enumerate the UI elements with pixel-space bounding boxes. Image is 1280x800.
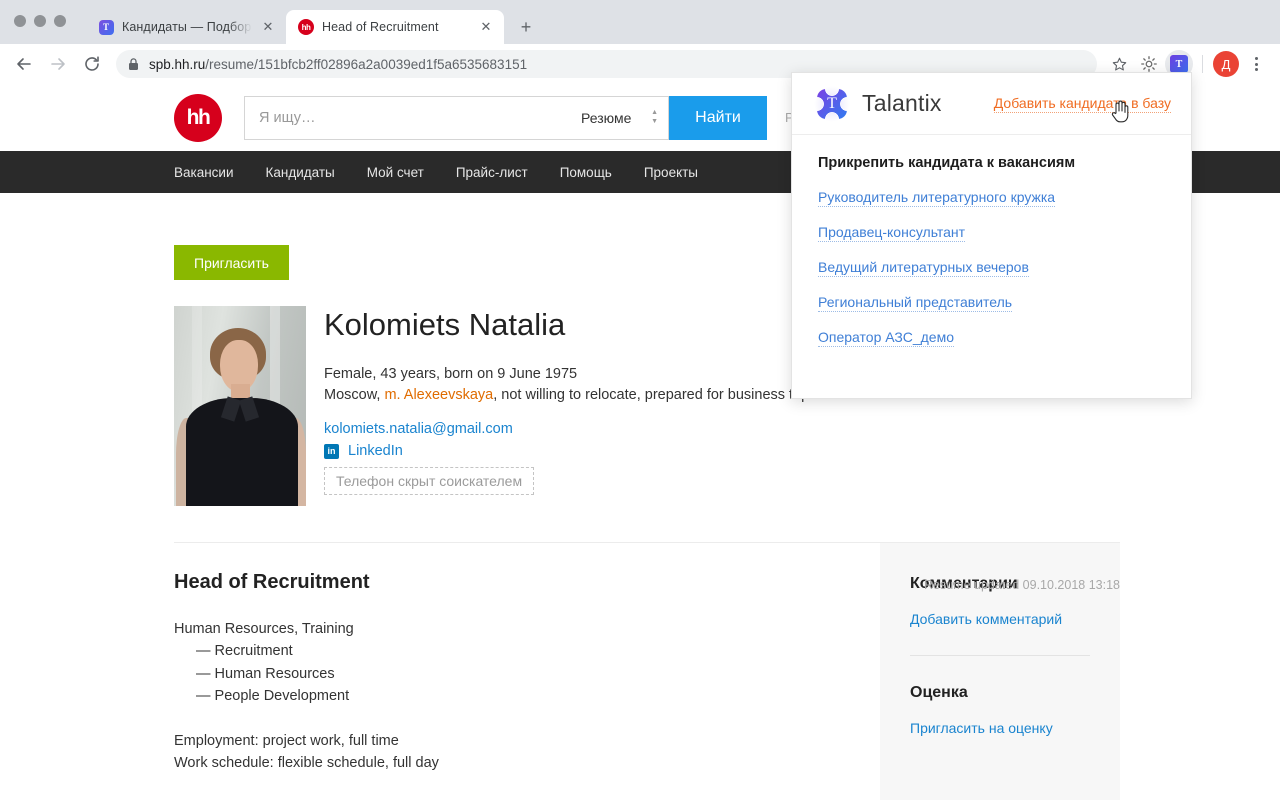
- stepper-icon: ▲▼: [651, 110, 658, 125]
- talantix-popup: T Talantix Добавить кандидата в базу При…: [791, 72, 1192, 399]
- tab-head-of-recruitment[interactable]: hh Head of Recruitment ✕: [286, 10, 504, 44]
- talantix-brand: T Talantix: [814, 86, 942, 122]
- invite-button[interactable]: Пригласить: [174, 245, 289, 280]
- tab-list: T Кандидаты — Подбор персон ✕ hh Head of…: [86, 10, 540, 44]
- url-host: spb.hh.ru: [149, 57, 205, 72]
- tab-title: Кандидаты — Подбор персон: [122, 20, 252, 34]
- close-icon[interactable]: ✕: [478, 19, 494, 35]
- forward-icon[interactable]: [44, 50, 72, 78]
- rating-heading: Оценка: [910, 684, 1120, 702]
- list-item: Recruitment: [196, 640, 840, 662]
- url-path: /resume/151bfcb2ff02896a2a0039ed1f5a6535…: [205, 57, 527, 72]
- specialization-block: Human Resources, Training Recruitment Hu…: [174, 618, 840, 708]
- candidate-demographics: Female, 43 years, born on 9 June 1975: [324, 366, 816, 382]
- minimize-window-button[interactable]: [34, 15, 46, 27]
- candidate-linkedin[interactable]: in LinkedIn: [324, 443, 816, 459]
- invite-rating-link[interactable]: Пригласить на оценку: [910, 720, 1120, 736]
- nav-item-help[interactable]: Помощь: [560, 165, 612, 180]
- linkedin-icon: in: [324, 444, 339, 459]
- maximize-window-button[interactable]: [54, 15, 66, 27]
- avatar[interactable]: Д: [1212, 50, 1240, 78]
- hh-icon-letter: hh: [298, 19, 314, 35]
- url-text: spb.hh.ru/resume/151bfcb2ff02896a2a0039e…: [149, 57, 527, 72]
- search-type-select[interactable]: Резюме ▲▼: [569, 96, 669, 140]
- site-search: Я ищу… Резюме ▲▼ Найти: [244, 96, 767, 140]
- linkedin-link[interactable]: LinkedIn: [348, 443, 403, 459]
- specialization-list: Recruitment Human Resources People Devel…: [174, 640, 840, 707]
- nav-item-projects[interactable]: Проекты: [644, 165, 698, 180]
- specialization-group: Human Resources, Training: [174, 618, 840, 640]
- hh-icon: hh: [298, 19, 314, 35]
- resume-updated: Resume updated 09.10.2018 13:18: [924, 578, 1120, 592]
- metro-link[interactable]: m. Alexeevskaya: [384, 387, 493, 403]
- search-input[interactable]: Я ищу…: [244, 96, 569, 140]
- tab-title: Head of Recruitment: [322, 20, 470, 34]
- candidate-email[interactable]: kolomiets.natalia@gmail.com: [324, 421, 816, 437]
- kebab-menu-icon[interactable]: [1242, 50, 1270, 78]
- position-title: Head of Recruitment: [174, 571, 840, 594]
- popup-body: Прикрепить кандидата к вакансиям Руковод…: [792, 135, 1191, 347]
- vacancy-link-literary-club-head[interactable]: Руководитель литературного кружка: [818, 189, 1055, 207]
- schedule-line: Work schedule: flexible schedule, full d…: [174, 752, 840, 774]
- list-item: Human Resources: [196, 663, 840, 685]
- talantix-logo-icon: T: [814, 86, 850, 122]
- window-traffic-lights[interactable]: [14, 15, 66, 27]
- employment-block: Employment: project work, full time Work…: [174, 730, 840, 775]
- search-type-value: Резюме: [581, 110, 631, 126]
- talantix-icon: T: [98, 19, 114, 35]
- add-comment-link[interactable]: Добавить комментарий: [910, 611, 1120, 627]
- kebab-dots: [1245, 57, 1267, 71]
- talantix-icon-letter: T: [99, 20, 114, 35]
- tab-strip: T Кандидаты — Подбор персон ✕ hh Head of…: [0, 0, 1280, 44]
- employment-line: Employment: project work, full time: [174, 730, 840, 752]
- nav-item-vacancies[interactable]: Вакансии: [174, 165, 234, 180]
- browser-window: T Кандидаты — Подбор персон ✕ hh Head of…: [0, 0, 1280, 800]
- close-window-button[interactable]: [14, 15, 26, 27]
- lock-icon: [128, 58, 139, 71]
- talantix-logo-letter: T: [817, 89, 847, 119]
- talantix-extension-letter: T: [1170, 55, 1188, 73]
- back-icon[interactable]: [10, 50, 38, 78]
- location-suffix: , not willing to relocate, prepared for …: [493, 387, 816, 403]
- hh-logo[interactable]: hh: [174, 94, 222, 142]
- sidebar-divider: [910, 655, 1090, 656]
- resume-main-column: Head of Recruitment Human Resources, Tra…: [174, 543, 880, 800]
- talantix-brand-name: Talantix: [862, 90, 942, 117]
- candidate-photo: [174, 306, 306, 506]
- vacancy-link-sales-consultant[interactable]: Продавец-консультант: [818, 224, 965, 242]
- list-item: People Development: [196, 685, 840, 707]
- reload-icon[interactable]: [78, 50, 106, 78]
- vacancy-link-gas-station-operator[interactable]: Оператор АЗС_демо: [818, 329, 954, 347]
- vacancy-link-literary-evenings-host[interactable]: Ведущий литературных вечеров: [818, 259, 1029, 277]
- tab-candidates[interactable]: T Кандидаты — Подбор персон ✕: [86, 10, 286, 44]
- attach-vacancies-title: Прикрепить кандидата к вакансиям: [818, 155, 1169, 171]
- candidate-info: Kolomiets Natalia Female, 43 years, born…: [324, 306, 816, 506]
- candidate-location: Moscow, m. Alexeevskaya, not willing to …: [324, 387, 816, 403]
- phone-hidden-badge: Телефон скрыт соискателем: [324, 467, 534, 495]
- page-title: Kolomiets Natalia: [324, 308, 816, 342]
- close-icon[interactable]: ✕: [260, 19, 276, 35]
- search-button[interactable]: Найти: [669, 96, 767, 140]
- new-tab-button[interactable]: +: [512, 13, 540, 41]
- avatar-letter: Д: [1213, 51, 1239, 77]
- nav-item-candidates[interactable]: Кандидаты: [266, 165, 335, 180]
- nav-item-pricelist[interactable]: Прайс-лист: [456, 165, 528, 180]
- nav-item-account[interactable]: Мой счет: [367, 165, 424, 180]
- add-candidate-button[interactable]: Добавить кандидата в базу: [994, 95, 1171, 113]
- toolbar-divider: [1202, 55, 1203, 73]
- location-prefix: Moscow,: [324, 387, 384, 403]
- vacancy-link-regional-representative[interactable]: Региональный представитель: [818, 294, 1012, 312]
- popup-header: T Talantix Добавить кандидата в базу: [792, 73, 1191, 135]
